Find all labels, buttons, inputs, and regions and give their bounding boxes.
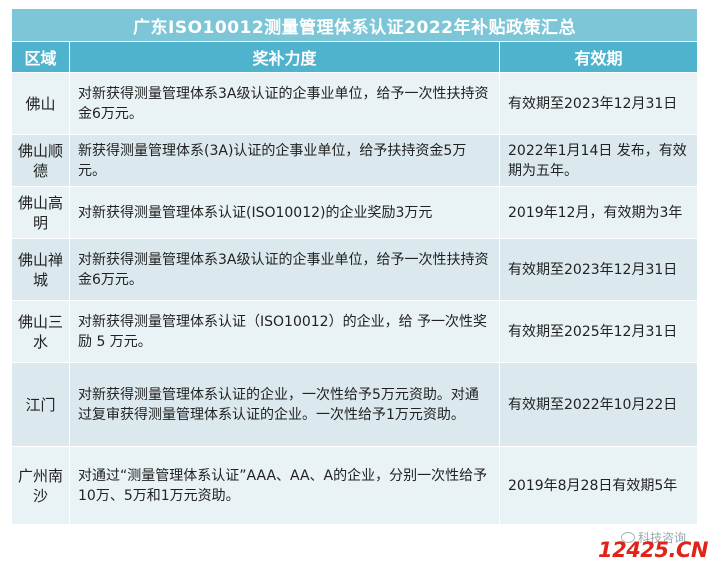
header-region: 区域 — [11, 41, 70, 73]
table-title: 广东ISO10012测量管理体系认证2022年补贴政策汇总 — [10, 8, 699, 42]
table-row: 佛山顺德 新获得测量管理体系(3A)认证的企事业单位，给予扶持资金5万元。 2022… — [11, 134, 699, 187]
policy-table-container: 广东ISO10012测量管理体系认证2022年补贴政策汇总 区域 奖补力度 有效… — [10, 8, 699, 525]
region-cell: 广州南沙 — [11, 446, 70, 525]
header-validity: 有效期 — [498, 41, 699, 73]
table-header-row: 区域 奖补力度 有效期 — [11, 41, 699, 73]
policy-table: 广东ISO10012测量管理体系认证2022年补贴政策汇总 区域 奖补力度 有效… — [10, 8, 699, 525]
watermark-logo: 12425.CN — [597, 538, 709, 562]
region-cell: 佛山高明 — [11, 186, 70, 239]
table-body: 佛山 对新获得测量管理体系3A级认证的企事业单位，给予一次性扶持资金6万元。 有效期… — [11, 72, 699, 525]
region-cell: 佛山 — [11, 72, 70, 135]
table-row: 江门 对新获得测量管理体系认证的企业，一次性给予5万元资助。对通过复审获得测量管理… — [11, 362, 699, 447]
validity-cell: 2019年12月，有效期为3年 — [498, 186, 699, 239]
validity-cell: 有效期至2023年12月31日 — [498, 238, 699, 301]
subsidy-cell: 新获得测量管理体系(3A)认证的企事业单位，给予扶持资金5万元。 — [69, 134, 500, 187]
region-cell: 江门 — [11, 362, 70, 447]
validity-cell: 2022年1月14日 发布，有效期为五年。 — [498, 134, 699, 187]
table-row: 佛山禅城 对新获得测量管理体系3A级认证的企事业单位，给予一次性扶持资金6万元。有… — [11, 238, 699, 301]
subsidy-cell: 对新获得测量管理体系3A级认证的企事业单位，给予一次性扶持资金6万元。 — [69, 238, 500, 301]
table-row: 广州南沙 对通过“测量管理体系认证”AAA、AA、A的企业，分别一次性给予10万、… — [11, 446, 699, 525]
region-cell: 佛山禅城 — [11, 238, 70, 301]
subsidy-cell: 对新获得测量管理体系认证（ISO10012）的企业，给 予一次性奖励 5 万元。 — [69, 300, 500, 363]
header-subsidy: 奖补力度 — [69, 41, 500, 73]
validity-cell: 有效期至2025年12月31日 — [498, 300, 699, 363]
table-row: 佛山 对新获得测量管理体系3A级认证的企事业单位，给予一次性扶持资金6万元。 有效期… — [11, 72, 699, 135]
subsidy-cell: 对新获得测量管理体系认证的企业，一次性给予5万元资助。对通过复审获得测量管理体系… — [69, 362, 500, 447]
subsidy-cell: 对新获得测量管理体系认证(ISO10012)的企业奖励3万元 — [69, 186, 500, 239]
validity-cell: 有效期至2023年12月31日 — [498, 72, 699, 135]
validity-cell: 有效期至2022年10月22日 — [498, 362, 699, 447]
table-title-row: 广东ISO10012测量管理体系认证2022年补贴政策汇总 — [10, 8, 699, 42]
validity-cell: 2019年8月28日有效期5年 — [498, 446, 699, 525]
subsidy-cell: 对通过“测量管理体系认证”AAA、AA、A的企业，分别一次性给予10万、5万和1… — [69, 446, 500, 525]
table-row: 佛山三水 对新获得测量管理体系认证（ISO10012）的企业，给 予一次性奖励 5… — [11, 300, 699, 363]
watermark: 12425.CN — [597, 538, 709, 562]
region-cell: 佛山三水 — [11, 300, 70, 363]
subsidy-cell: 对新获得测量管理体系3A级认证的企事业单位，给予一次性扶持资金6万元。 — [69, 72, 500, 135]
region-cell: 佛山顺德 — [11, 134, 70, 187]
table-row: 佛山高明 对新获得测量管理体系认证(ISO10012)的企业奖励3万元 2019年1… — [11, 186, 699, 239]
